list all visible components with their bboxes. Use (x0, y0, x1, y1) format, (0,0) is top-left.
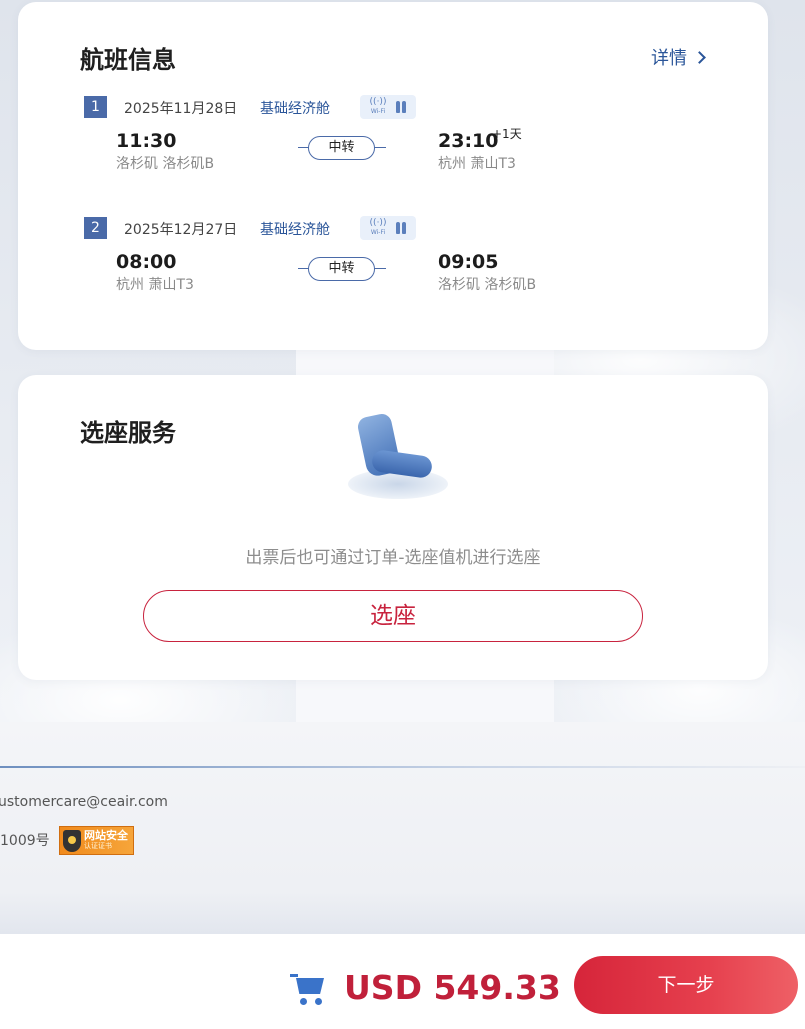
cart-icon[interactable] (290, 972, 326, 1006)
segment-cabin: 基础经济舱 (260, 101, 330, 117)
next-step-button[interactable]: 下一步 (574, 956, 798, 1014)
transfer-label: 中转 (308, 257, 375, 281)
meal-icon (396, 222, 407, 234)
arrival-time: 09:05 (438, 251, 499, 273)
departure-time: 11:30 (116, 130, 177, 152)
chevron-right-icon (693, 50, 706, 64)
footer-icp[interactable]: 1009号 (0, 830, 50, 850)
transfer-label: 中转 (308, 136, 375, 160)
total-price: USD 549.33 (344, 968, 561, 1007)
wifi-icon: ((·)) Wi-Fi (369, 97, 387, 116)
wifi-label: Wi-Fi (370, 229, 386, 236)
shield-icon (63, 829, 81, 852)
arrival-time: 23:10 (438, 130, 499, 152)
amenities-badge: ((·)) Wi-Fi (360, 216, 416, 240)
segment-number: 2 (84, 217, 107, 239)
arrival-day-offset: +1天 (492, 127, 522, 141)
detail-link[interactable]: 详情 (651, 44, 706, 70)
segment-cabin: 基础经济舱 (260, 222, 330, 238)
checkout-bar: USD 549.33 下一步 (0, 934, 805, 1029)
arrival-airport: 洛杉矶 洛杉矶B (438, 277, 537, 293)
footer-divider (0, 766, 805, 768)
meal-icon (396, 101, 407, 113)
departure-airport: 杭州 萧山T3 (116, 277, 194, 293)
amenities-badge: ((·)) Wi-Fi (360, 95, 416, 119)
segment-number: 1 (84, 96, 107, 118)
departure-airport: 洛杉矶 洛杉矶B (116, 156, 215, 172)
seat-service-title: 选座服务 (80, 419, 176, 447)
transfer-indicator: 中转 (298, 257, 386, 281)
badge-title: 网站安全 (84, 828, 128, 842)
flight-segment-2[interactable]: 2 2025年12月27日 基础经济舱 ((·)) Wi-Fi 08:00 杭州 … (84, 216, 704, 327)
detail-link-label: 详情 (651, 48, 687, 69)
departure-time: 08:00 (116, 251, 177, 273)
page-footer: ustomercare@ceair.com 1009号 网站安全 认证证书 (0, 722, 805, 934)
arrival-airport: 杭州 萧山T3 (438, 156, 516, 172)
wifi-icon: ((·)) Wi-Fi (369, 218, 387, 237)
transfer-indicator: 中转 (298, 136, 386, 160)
flight-segment-1[interactable]: 1 2025年11月28日 基础经济舱 ((·)) Wi-Fi 11:30 洛杉矶… (84, 95, 704, 206)
security-certificate-badge[interactable]: 网站安全 认证证书 (59, 826, 134, 855)
segment-date: 2025年11月28日 (124, 101, 238, 117)
flight-info-title: 航班信息 (80, 46, 176, 74)
footer-email[interactable]: ustomercare@ceair.com (0, 794, 168, 810)
wifi-label: Wi-Fi (370, 108, 386, 115)
segment-date: 2025年12月27日 (124, 222, 238, 238)
flight-info-card: 航班信息 详情 1 2025年11月28日 基础经济舱 ((·)) Wi-Fi 1… (18, 2, 768, 350)
seat-illustration-icon (346, 412, 450, 503)
seat-hint-text: 出票后也可通过订单-选座值机进行选座 (245, 548, 541, 568)
badge-subtitle: 认证证书 (84, 841, 112, 850)
select-seat-button[interactable]: 选座 (143, 590, 643, 642)
seat-service-card: 选座服务 出票后也可通过订单-选座值机进行选座 选座 (18, 375, 768, 680)
